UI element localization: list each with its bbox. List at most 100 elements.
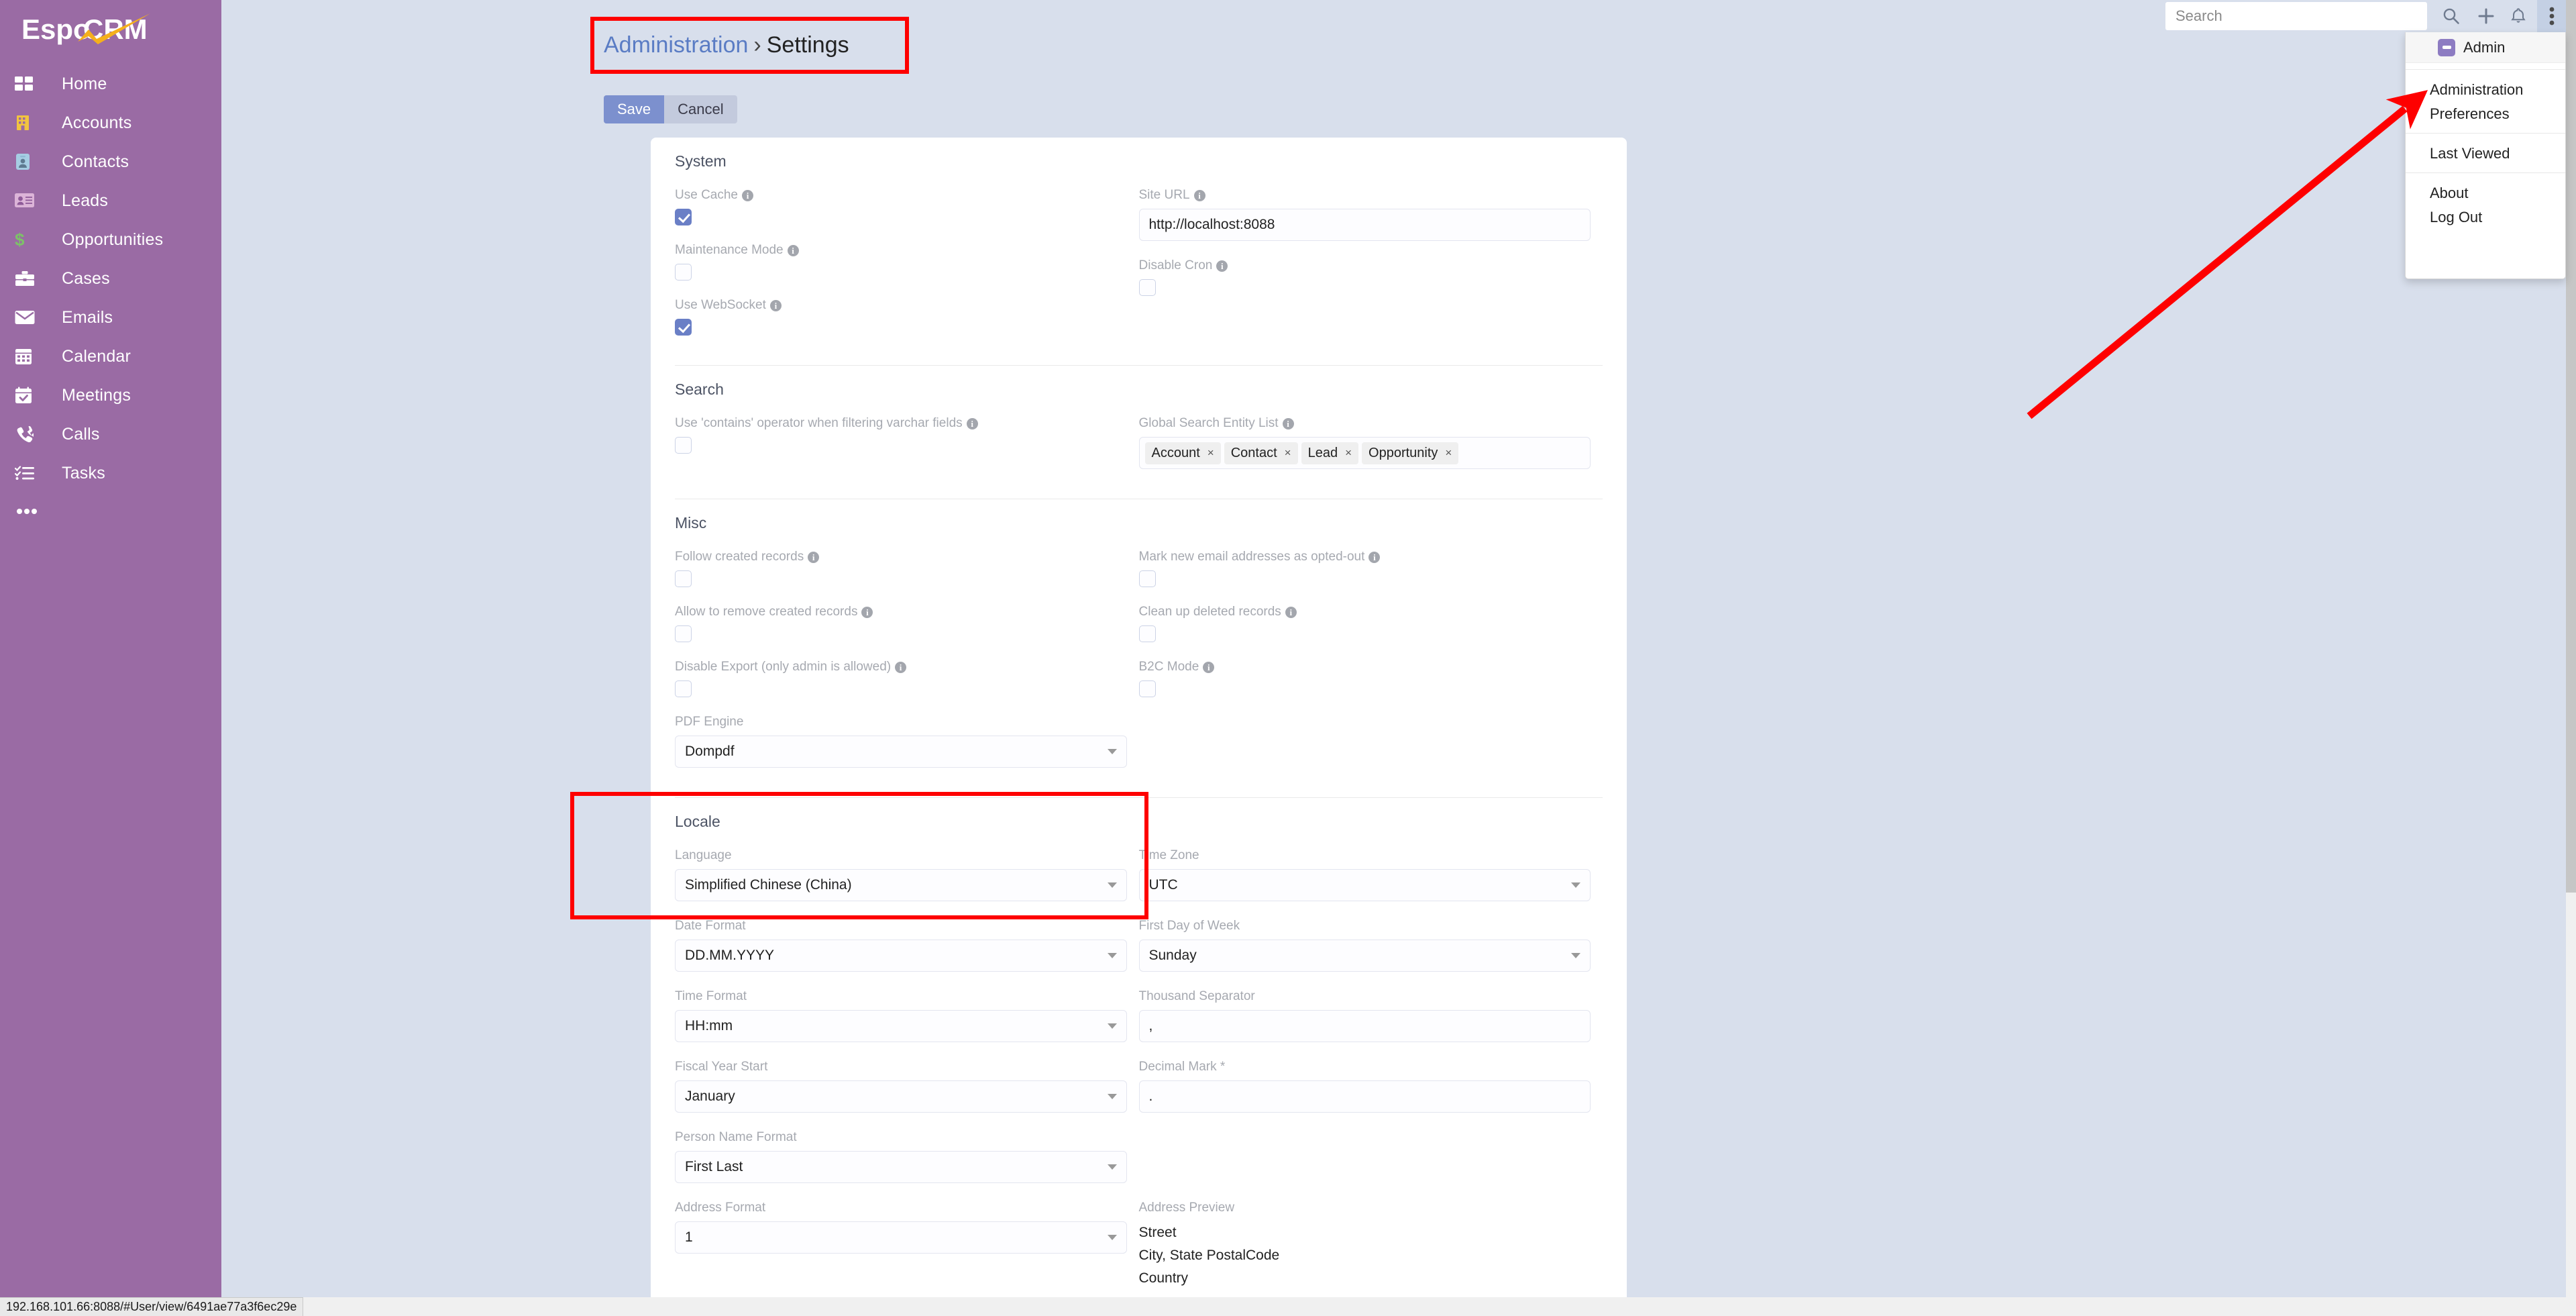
fiscal-year-start-select[interactable]: January <box>675 1080 1127 1113</box>
dropdown-item-last-viewed[interactable]: Last Viewed <box>2406 142 2565 166</box>
save-button[interactable]: Save <box>604 95 665 123</box>
field-maintenance-mode: Maintenance Mode i <box>675 243 1127 281</box>
field-disable-export: Disable Export (only admin is allowed) i <box>675 660 1127 697</box>
time-format-select[interactable]: HH:mm <box>675 1010 1127 1042</box>
plus-icon[interactable] <box>2470 0 2502 32</box>
use-websocket-checkbox[interactable] <box>675 319 692 336</box>
field-mark-opted-out: Mark new email addresses as opted-out i <box>1138 550 1591 587</box>
chevron-down-icon <box>1107 1235 1117 1240</box>
info-icon[interactable]: i <box>1368 551 1381 563</box>
sidebar-nav: Home Accounts Contacts Leads $ Opportuni… <box>0 64 221 530</box>
field-label: Decimal Mark * <box>1138 1060 1226 1074</box>
horizontal-scrollbar[interactable] <box>0 1297 2576 1316</box>
sidebar-item-meetings[interactable]: Meetings <box>0 376 221 415</box>
first-day-of-week-value: Sunday <box>1148 948 1197 963</box>
kebab-menu-icon[interactable] <box>2537 0 2567 32</box>
field-fiscal-year-start: Fiscal Year Start January <box>675 1060 1127 1113</box>
field-label: Maintenance Mode <box>675 243 784 257</box>
info-icon[interactable]: i <box>769 299 782 311</box>
allow-remove-created-records-checkbox[interactable] <box>675 625 692 642</box>
entity-tag[interactable]: Lead × <box>1301 442 1359 464</box>
dropdown-item-log-out[interactable]: Log Out <box>2406 205 2565 230</box>
info-icon[interactable]: i <box>1216 260 1228 272</box>
dropdown-group-admin: Administration Preferences <box>2406 70 2565 134</box>
thousand-separator-input[interactable]: , <box>1138 1010 1591 1042</box>
sidebar-item-contacts[interactable]: Contacts <box>0 142 221 181</box>
remove-tag-icon[interactable]: × <box>1345 446 1352 460</box>
sidebar-more-button[interactable] <box>0 493 221 530</box>
contains-operator-checkbox[interactable] <box>675 437 692 454</box>
info-icon[interactable]: i <box>742 189 753 201</box>
field-label: Disable Cron <box>1138 258 1213 272</box>
breadcrumb: Administration › Settings <box>604 32 849 58</box>
sidebar-item-home[interactable]: Home <box>0 64 221 103</box>
section-title: System <box>675 152 727 170</box>
info-icon[interactable]: i <box>895 661 907 673</box>
info-icon[interactable]: i <box>808 551 820 563</box>
chevron-down-icon <box>1107 1023 1117 1029</box>
time-zone-select[interactable]: UTC <box>1138 869 1591 901</box>
dropdown-item-user[interactable]: Admin <box>2406 32 2565 63</box>
sidebar-item-calls[interactable]: Calls <box>0 415 221 454</box>
address-format-select[interactable]: 1 <box>675 1221 1127 1254</box>
info-icon[interactable]: i <box>1203 661 1215 673</box>
field-use-websocket: Use WebSocket i <box>675 298 1127 336</box>
bell-icon[interactable] <box>2502 0 2534 32</box>
svg-text:$: $ <box>15 230 25 249</box>
field-label: Disable Export (only admin is allowed) <box>675 660 892 674</box>
svg-text:CRM: CRM <box>83 13 148 45</box>
follow-created-records-checkbox[interactable] <box>675 570 692 587</box>
b2c-mode-checkbox[interactable] <box>1138 680 1156 697</box>
sidebar-item-calendar[interactable]: Calendar <box>0 337 221 376</box>
sidebar-item-opportunities[interactable]: $ Opportunities <box>0 220 221 259</box>
search-icon[interactable] <box>2435 0 2467 32</box>
dropdown-item-administration[interactable]: Administration <box>2406 78 2565 102</box>
remove-tag-icon[interactable]: × <box>1208 446 1214 460</box>
briefcase-icon <box>15 267 42 290</box>
info-icon[interactable]: i <box>966 417 978 429</box>
search-input[interactable] <box>2165 2 2427 30</box>
entity-tag[interactable]: Account × <box>1144 442 1221 464</box>
remove-tag-icon[interactable]: × <box>1285 446 1291 460</box>
entity-tag[interactable]: Contact × <box>1224 442 1298 464</box>
sidebar-item-emails[interactable]: Emails <box>0 298 221 337</box>
breadcrumb-administration-link[interactable]: Administration <box>604 32 748 58</box>
first-day-of-week-select[interactable]: Sunday <box>1138 940 1591 972</box>
user-name-label: Admin <box>2463 38 2506 56</box>
sidebar-item-tasks[interactable]: Tasks <box>0 454 221 493</box>
remove-tag-icon[interactable]: × <box>1445 446 1452 460</box>
sidebar-item-accounts[interactable]: Accounts <box>0 103 221 142</box>
disable-cron-checkbox[interactable] <box>1138 279 1156 296</box>
chevron-down-icon <box>1107 1164 1117 1170</box>
disable-export-checkbox[interactable] <box>675 680 692 697</box>
scrollbar-thumb[interactable] <box>2566 0 2576 893</box>
info-icon[interactable]: i <box>1285 606 1297 618</box>
maintenance-mode-checkbox[interactable] <box>675 264 692 281</box>
vertical-scrollbar[interactable] <box>2566 0 2576 1297</box>
info-icon[interactable]: i <box>1193 189 1205 201</box>
dropdown-item-preferences[interactable]: Preferences <box>2406 102 2565 126</box>
global-search-entity-list-input[interactable]: Account × Contact × Lead × Opportunity × <box>1138 437 1591 469</box>
info-icon[interactable]: i <box>1282 417 1294 429</box>
person-name-format-value: First Last <box>685 1159 743 1174</box>
sidebar-item-cases[interactable]: Cases <box>0 259 221 298</box>
field-language: Language Simplified Chinese (China) <box>675 848 1127 901</box>
site-url-input[interactable]: http://localhost:8088 <box>1138 209 1591 241</box>
info-icon[interactable]: i <box>861 606 873 618</box>
info-icon[interactable]: i <box>787 244 799 256</box>
person-name-format-select[interactable]: First Last <box>675 1151 1127 1183</box>
cancel-button[interactable]: Cancel <box>664 95 737 123</box>
decimal-mark-input[interactable]: . <box>1138 1080 1591 1113</box>
entity-tag[interactable]: Opportunity × <box>1362 442 1459 464</box>
date-format-select[interactable]: DD.MM.YYYY <box>675 940 1127 972</box>
calendar-icon <box>15 345 42 368</box>
use-cache-checkbox[interactable] <box>675 209 692 225</box>
dropdown-item-about[interactable]: About <box>2406 181 2565 205</box>
sidebar-item-leads[interactable]: Leads <box>0 181 221 220</box>
espocrm-logo[interactable]: Espo CRM <box>19 9 207 51</box>
field-label: Follow created records <box>675 550 804 564</box>
pdf-engine-select[interactable]: Dompdf <box>675 736 1127 768</box>
mark-opted-out-checkbox[interactable] <box>1138 570 1156 587</box>
clean-up-deleted-records-checkbox[interactable] <box>1138 625 1156 642</box>
language-select[interactable]: Simplified Chinese (China) <box>675 869 1127 901</box>
